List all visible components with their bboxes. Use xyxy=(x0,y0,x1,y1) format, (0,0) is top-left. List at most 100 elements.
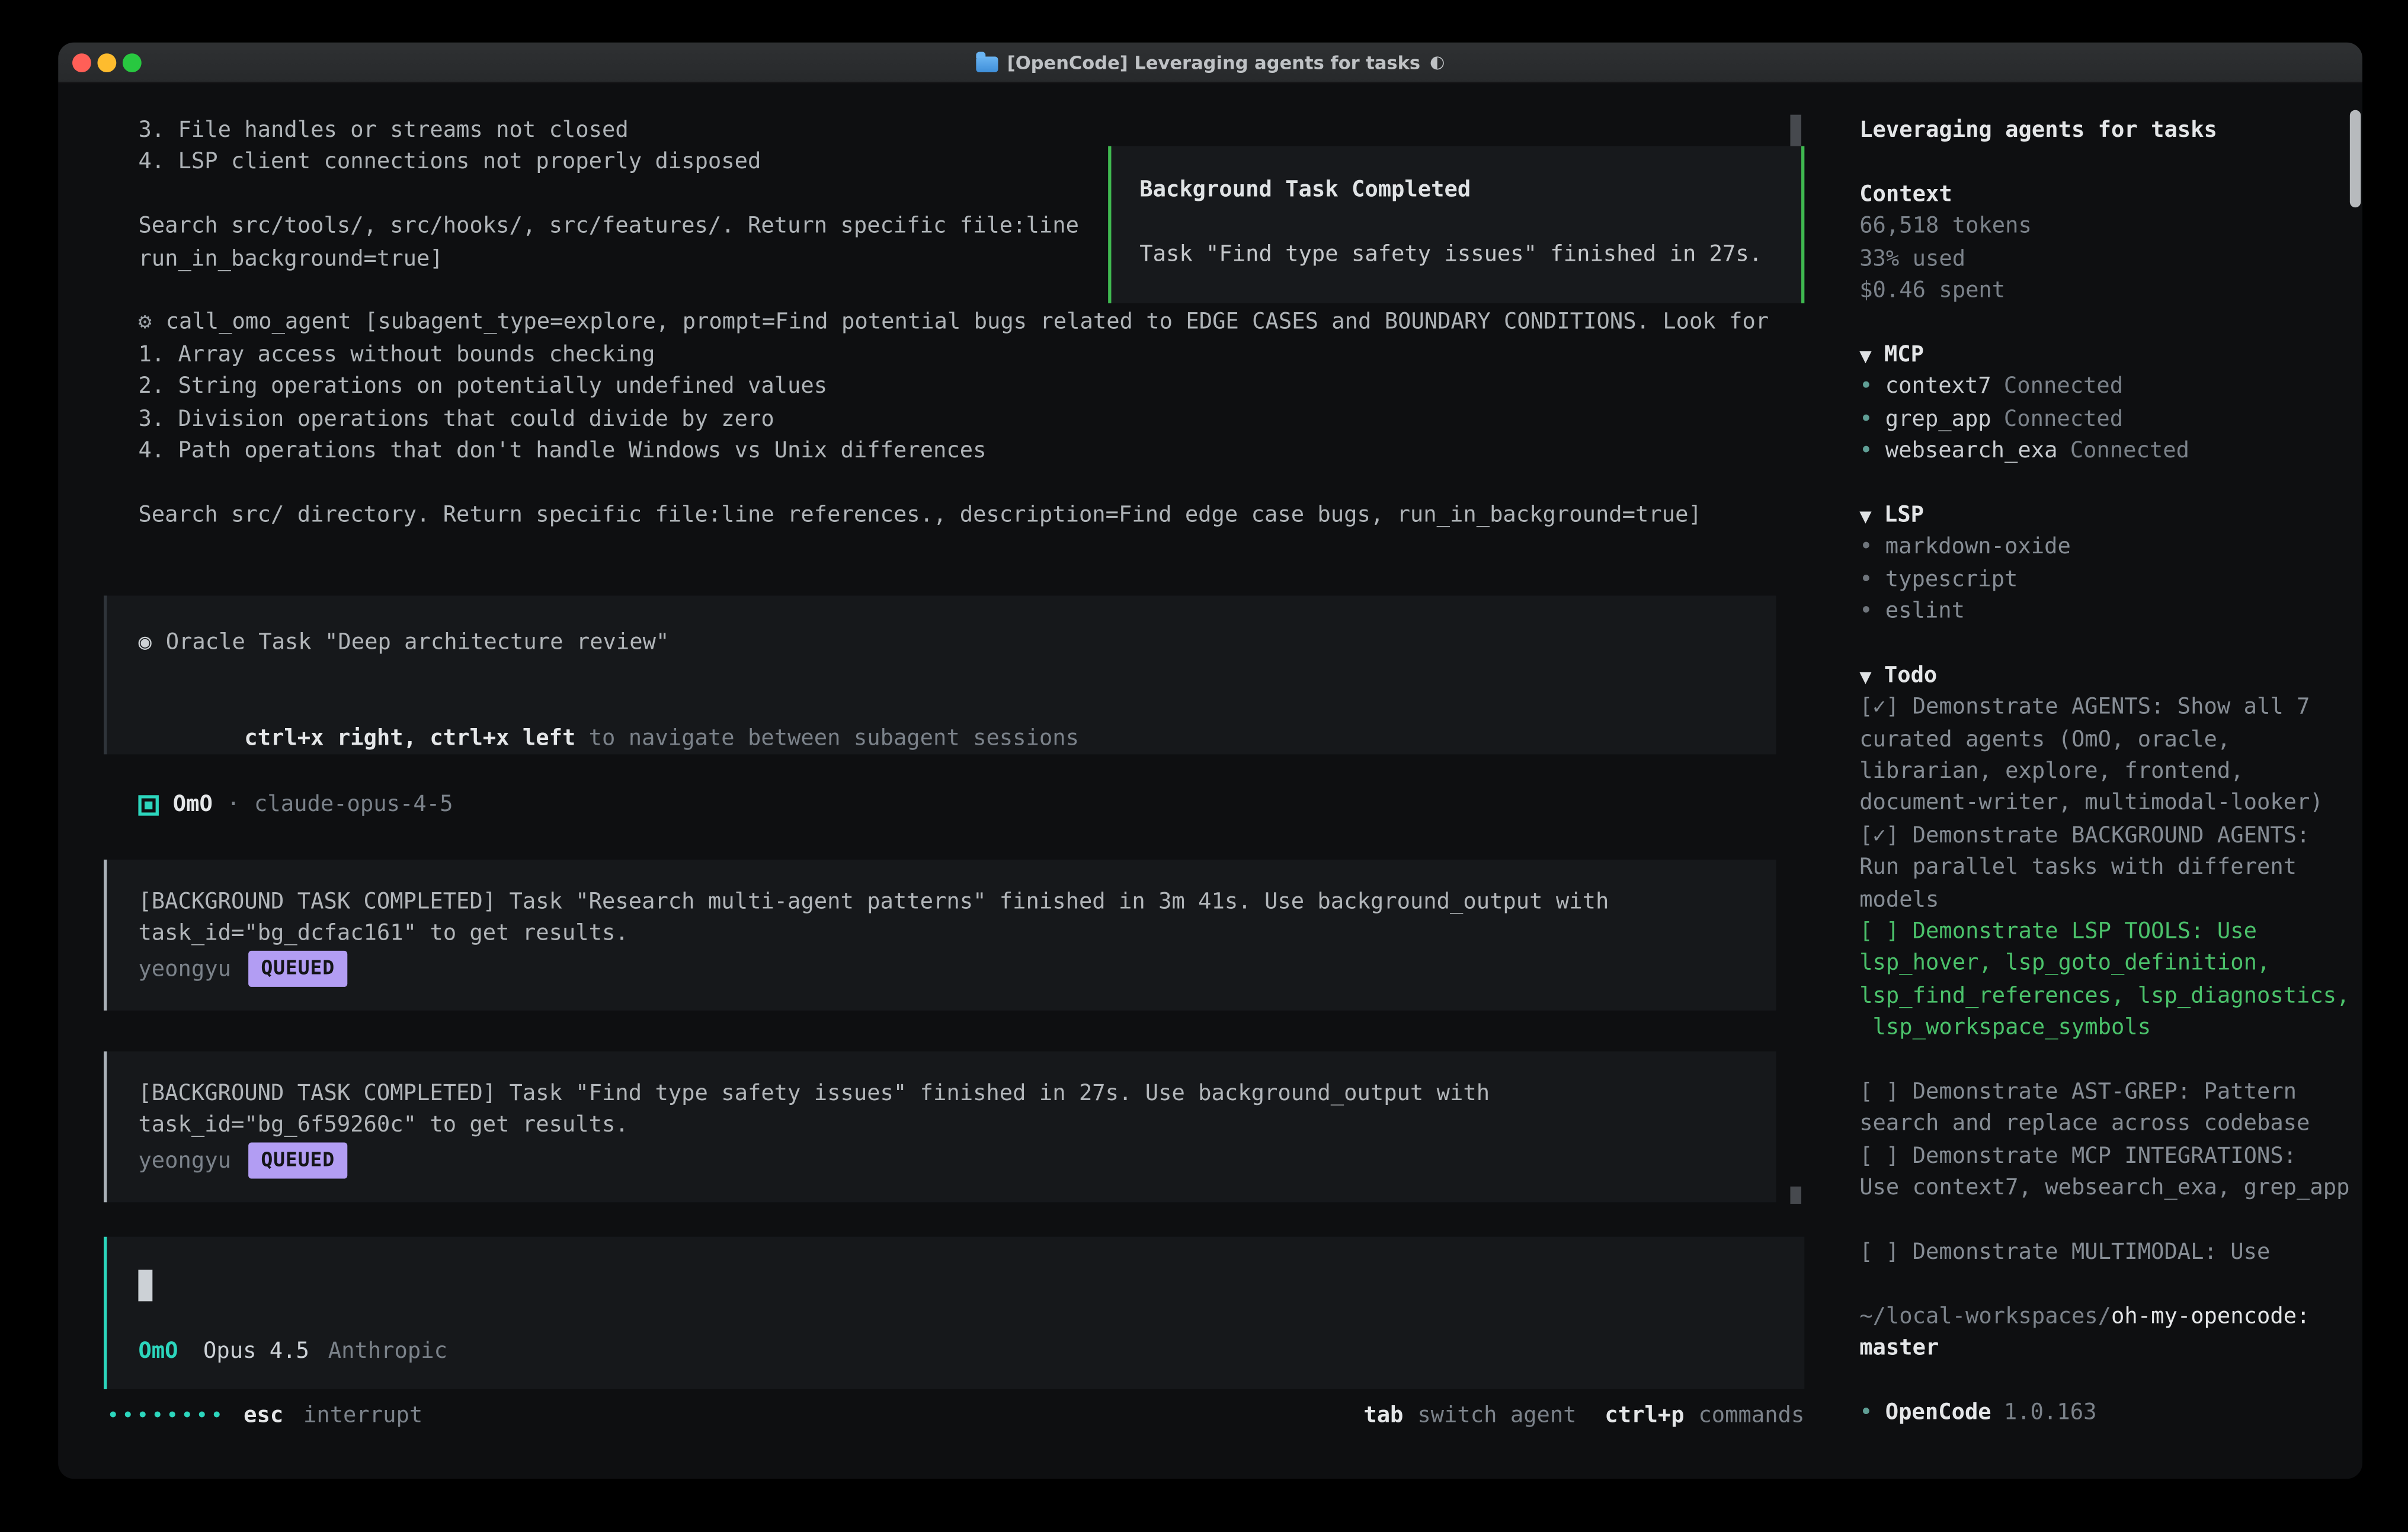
workspace-path: ~/local-workspaces/ xyxy=(1859,1301,2111,1333)
scrollbar-thumb[interactable] xyxy=(1790,1187,1801,1204)
queued-badge: QUEUED xyxy=(248,1143,347,1180)
task-result-panel[interactable]: [BACKGROUND TASK COMPLETED] Task "Find t… xyxy=(104,1052,1776,1203)
workspace-path-row: ~/local-workspaces/oh-my-opencode: xyxy=(1859,1301,2310,1333)
task-user: yeongyu xyxy=(138,1145,231,1177)
app-name: OpenCode xyxy=(1885,1397,1991,1429)
todo-line: [ ] Demonstrate LSP TOOLS: Use xyxy=(1859,916,2362,948)
todo-item: [ ] Demonstrate LSP TOOLS: Use lsp_hover… xyxy=(1859,916,2362,1044)
todo-item: [✓] Demonstrate BACKGROUND AGENTS: Run p… xyxy=(1859,820,2362,916)
queued-badge: QUEUED xyxy=(248,951,347,988)
input-footer: OmO Opus 4.5 Anthropic xyxy=(138,1336,447,1368)
task-footer: yeongyu QUEUED xyxy=(138,1143,347,1180)
context-header: Context xyxy=(1859,179,1952,211)
task-user: yeongyu xyxy=(138,953,231,985)
mcp-name: grep_app xyxy=(1885,403,1991,435)
todo-line: lsp_workspace_symbols xyxy=(1859,1012,2362,1044)
todo-section-header[interactable]: ▼ Todo xyxy=(1859,660,1937,695)
todo-item: [ ] Demonstrate MULTIMODAL: Use xyxy=(1859,1236,2362,1268)
context-spent: $0.46 spent xyxy=(1859,275,2005,307)
screen: [OpenCode] Leveraging agents for tasks ◐… xyxy=(0,0,2408,1532)
mcp-item: • websearch_exa Connected xyxy=(1859,435,2189,467)
app-version: 1.0.163 xyxy=(2004,1397,2097,1429)
workspace-repo: oh-my-opencode: xyxy=(2111,1301,2310,1333)
ctrlp-key-hint: ctrl+p xyxy=(1605,1400,1684,1432)
bullet-icon: • xyxy=(1859,595,1872,627)
context-used: 33% used xyxy=(1859,243,1965,275)
folder-icon xyxy=(976,56,998,72)
sidebar-session-title: Leveraging agents for tasks xyxy=(1859,115,2217,147)
mcp-section-header[interactable]: ▼ MCP xyxy=(1859,339,1924,374)
log-line: 2. String operations on potentially unde… xyxy=(138,371,1769,403)
input-agent: OmO xyxy=(138,1336,178,1368)
bullet-icon: • xyxy=(1859,435,1872,467)
mcp-item: • context7 Connected xyxy=(1859,371,2123,403)
text-cursor xyxy=(138,1270,152,1301)
oracle-icon: ◉ xyxy=(138,627,151,659)
window-title-text: [OpenCode] Leveraging agents for tasks xyxy=(1007,51,1420,73)
tab-key-label: switch agent xyxy=(1417,1400,1576,1432)
bullet-icon: • xyxy=(1859,403,1872,435)
todo-item: [ ] Demonstrate MCP INTEGRATIONS: Use co… xyxy=(1859,1140,2362,1204)
log-line: 4. Path operations that don't handle Win… xyxy=(138,435,1769,467)
mcp-item: • grep_app Connected xyxy=(1859,403,2123,435)
input-model: Opus 4.5 xyxy=(203,1336,309,1368)
todo-line: librarian, explore, frontend, xyxy=(1859,756,2362,788)
todo-line: search and replace across codebase xyxy=(1859,1108,2362,1140)
agent-icon xyxy=(138,794,158,815)
window-titlebar[interactable]: [OpenCode] Leveraging agents for tasks ◐ xyxy=(58,43,2362,84)
log-line: Search src/ directory. Return specific f… xyxy=(138,499,1769,531)
log-line: 1. Array access without bounds checking xyxy=(138,339,1769,371)
gear-icon: ⚙ xyxy=(138,310,151,335)
input-provider: Anthropic xyxy=(328,1336,447,1368)
task-message-line: task_id="bg_dcfac161" to get results. xyxy=(138,918,628,950)
task-message-line: task_id="bg_6f59260c" to get results. xyxy=(138,1110,628,1142)
sidebar-scrollbar-thumb[interactable] xyxy=(2350,110,2361,207)
agent-session-header[interactable]: OmO · claude-opus-4-5 xyxy=(138,789,453,821)
workspace-branch-row: master xyxy=(1859,1333,1939,1365)
tab-key-hint: tab xyxy=(1363,1400,1403,1432)
oracle-task-panel[interactable]: ◉ Oracle Task "Deep architecture review"… xyxy=(104,595,1776,754)
todo-line: [✓] Demonstrate BACKGROUND AGENTS: xyxy=(1859,820,2362,852)
oracle-hint-row: ctrl+x right, ctrl+x left to navigate be… xyxy=(138,691,1079,787)
esc-key-hint: esc xyxy=(244,1400,283,1432)
lsp-name: typescript xyxy=(1885,563,2018,595)
bullet-icon: • xyxy=(1859,1397,1872,1429)
terminal-window: [OpenCode] Leveraging agents for tasks ◐… xyxy=(58,43,2362,1479)
hint-keys: ctrl+x right, ctrl+x left xyxy=(244,727,575,752)
log-line: 3. File handles or streams not closed xyxy=(138,115,1769,147)
chevron-down-icon: ▼ xyxy=(1859,502,1871,534)
notification-title: Background Task Completed xyxy=(1139,174,1471,206)
ctrlp-key-label: commands xyxy=(1698,1400,1804,1432)
task-message-line: [BACKGROUND TASK COMPLETED] Task "Resear… xyxy=(138,886,1609,918)
todo-line: models xyxy=(1859,884,2362,916)
lsp-item: • eslint xyxy=(1859,595,1965,627)
mcp-status: Connected xyxy=(2070,435,2189,467)
window-title: [OpenCode] Leveraging agents for tasks ◐ xyxy=(58,43,2362,82)
session-indicator-icon: ◐ xyxy=(1430,52,1445,72)
background-task-notification[interactable]: Background Task Completed Task "Find typ… xyxy=(1108,146,1804,303)
task-footer: yeongyu QUEUED xyxy=(138,951,347,988)
prompt-input[interactable]: OmO Opus 4.5 Anthropic xyxy=(104,1237,1804,1389)
todo-line: document-writer, multimodal-looker) xyxy=(1859,788,2362,820)
todo-line: Use context7, websearch_exa, grep_app xyxy=(1859,1172,2362,1204)
lsp-item: • typescript xyxy=(1859,563,2018,595)
log-line-blank xyxy=(138,467,1769,499)
task-result-panel[interactable]: [BACKGROUND TASK COMPLETED] Task "Resear… xyxy=(104,860,1776,1011)
bullet-icon: • xyxy=(1859,371,1872,403)
lsp-name: eslint xyxy=(1885,595,1965,627)
lsp-section-header[interactable]: ▼ LSP xyxy=(1859,499,1924,534)
oracle-task-title-row: ◉ Oracle Task "Deep architecture review" xyxy=(138,627,669,659)
bullet-icon: • xyxy=(1859,531,1872,563)
mcp-status: Connected xyxy=(2004,371,2123,403)
todo-header-label: Todo xyxy=(1884,660,1937,692)
todo-line: [✓] Demonstrate AGENTS: Show all 7 xyxy=(1859,692,2362,724)
lsp-item: • markdown-oxide xyxy=(1859,531,2071,563)
tool-call-text: call_omo_agent [subagent_type=explore, p… xyxy=(166,310,1769,335)
context-tokens: 66,518 tokens xyxy=(1859,211,2032,243)
agent-model: claude-opus-4-5 xyxy=(254,789,453,821)
mcp-name: context7 xyxy=(1885,371,1991,403)
mcp-name: websearch_exa xyxy=(1885,435,2058,467)
spinner-dots-icon: •••••••• xyxy=(107,1402,225,1434)
todo-line: lsp_hover, lsp_goto_definition, xyxy=(1859,948,2362,980)
todo-line: lsp_find_references, lsp_diagnostics, xyxy=(1859,980,2362,1012)
